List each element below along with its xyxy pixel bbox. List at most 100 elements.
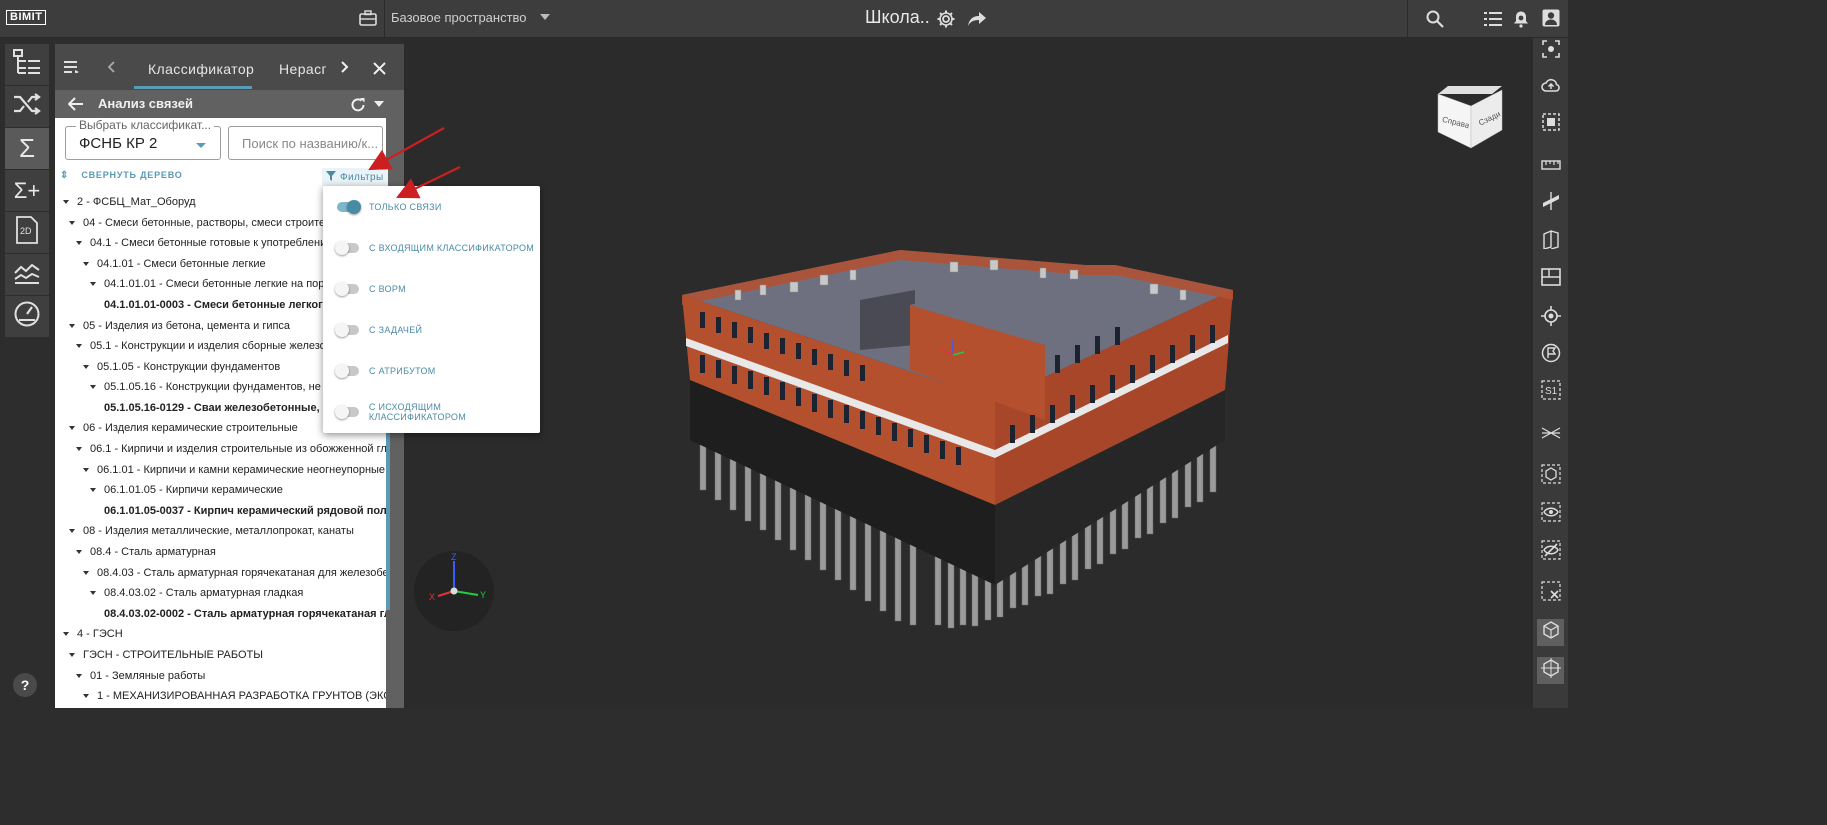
tree-row[interactable]: 08 - Изделия металлические, металлопрока… bbox=[69, 525, 386, 537]
tree-row[interactable]: 2 - ФСБЦ_Мат_Оборуд bbox=[63, 196, 329, 208]
tab-classifier[interactable]: Классификатор bbox=[148, 61, 254, 77]
sigma-tool[interactable]: Σ bbox=[5, 128, 49, 170]
3d-viewport[interactable]: Справа Сзади Z Y X bbox=[404, 38, 1533, 708]
2d-tool[interactable]: 2D bbox=[5, 212, 49, 254]
help-button[interactable]: ? bbox=[13, 673, 37, 697]
tree-row[interactable]: 05 - Изделия из бетона, цемента и гипса bbox=[69, 320, 329, 332]
search-input[interactable]: Поиск по названию/к... bbox=[228, 126, 383, 160]
measure-tool[interactable] bbox=[1537, 152, 1564, 179]
caret-down-icon[interactable] bbox=[90, 488, 96, 493]
tree-row[interactable]: 08.4.03.02 - Сталь арматурная гладкая bbox=[90, 587, 386, 599]
toggle-switch[interactable] bbox=[335, 241, 359, 255]
classifier-select[interactable]: Выбрать классификат... ФСНБ КР 2 bbox=[65, 118, 221, 160]
caret-down-icon[interactable] bbox=[90, 591, 96, 596]
tree-row[interactable]: 05.1.05 - Конструкции фундаментов bbox=[83, 361, 329, 373]
section-box-tool[interactable] bbox=[1537, 111, 1564, 138]
tree-row[interactable]: 08.4 - Сталь арматурная bbox=[76, 546, 386, 558]
plane-cut-tool[interactable] bbox=[1537, 190, 1564, 217]
tree-row[interactable]: 4 - ГЭСН bbox=[63, 628, 386, 640]
focus-tool[interactable] bbox=[1537, 38, 1564, 65]
solid-view-tool[interactable] bbox=[1537, 619, 1564, 646]
flag-tool[interactable] bbox=[1537, 342, 1564, 369]
caret-down-icon[interactable] bbox=[76, 447, 82, 452]
caret-down-icon[interactable] bbox=[63, 632, 69, 637]
collapse-tree-button[interactable]: ⇕ СВЕРНУТЬ ДЕРЕВО bbox=[60, 170, 183, 181]
caret-down-icon[interactable] bbox=[76, 241, 82, 246]
filter-incoming-classifier[interactable]: с входящим классификатором bbox=[335, 238, 534, 258]
caret-down-icon[interactable] bbox=[69, 221, 75, 226]
filter-attribute[interactable]: с атрибутом bbox=[335, 361, 436, 381]
notifications-icon[interactable] bbox=[1510, 8, 1532, 30]
section-planes-tool[interactable] bbox=[1537, 228, 1564, 255]
share-icon[interactable] bbox=[966, 9, 988, 29]
tree-row[interactable]: 04 - Смеси бетонные, растворы, смеси стр… bbox=[69, 217, 329, 229]
tree-row[interactable]: 05.1.05.16 - Конструкции фундаментов, не… bbox=[90, 381, 329, 393]
tree-row[interactable]: ГЭСН - СТРОИТЕЛЬНЫЕ РАБОТЫ bbox=[69, 649, 386, 661]
analytics-tool[interactable] bbox=[5, 254, 49, 296]
chevron-down-icon[interactable] bbox=[540, 14, 550, 20]
tree-row[interactable]: 06.1.01 - Кирпичи и камни керамические н… bbox=[83, 464, 386, 476]
tree-row[interactable]: 06.1.01.05 - Кирпичи керамические bbox=[90, 484, 386, 496]
toggle-switch[interactable] bbox=[335, 364, 359, 378]
caret-down-icon[interactable] bbox=[69, 324, 75, 329]
toggle-switch[interactable] bbox=[335, 282, 359, 296]
hide-tool[interactable] bbox=[1537, 539, 1564, 566]
tree-row[interactable]: 06.1.01.05-0037 - Кирпич керамический ря… bbox=[104, 505, 386, 517]
caret-down-icon[interactable] bbox=[69, 529, 75, 534]
back-arrow-icon[interactable] bbox=[67, 96, 85, 112]
cube-tool[interactable] bbox=[1537, 463, 1564, 490]
sigma-plus-tool[interactable]: Σ+ bbox=[5, 170, 49, 212]
tree-row[interactable]: 06.1 - Кирпичи и изделия строительные из… bbox=[76, 443, 386, 455]
tree-row[interactable]: 04.1.01.01 - Смеси бетонные легкие на по… bbox=[90, 278, 329, 290]
tree-row[interactable]: 1 - МЕХАНИЗИРОВАННАЯ РАЗРАБОТКА ГРУНТОВ … bbox=[83, 690, 386, 702]
model-tree-tool[interactable] bbox=[5, 44, 49, 86]
cloud-tool[interactable] bbox=[1537, 74, 1564, 101]
caret-down-icon[interactable] bbox=[373, 100, 385, 108]
caret-down-icon[interactable] bbox=[76, 674, 82, 679]
caret-down-icon[interactable] bbox=[76, 344, 82, 349]
caret-down-icon[interactable] bbox=[76, 550, 82, 555]
close-icon[interactable] bbox=[371, 60, 387, 76]
caret-down-icon[interactable] bbox=[90, 385, 96, 390]
refresh-icon[interactable] bbox=[349, 96, 367, 114]
tree-row[interactable]: 05.1 - Конструкции и изделия сборные жел… bbox=[76, 340, 329, 352]
caret-down-icon[interactable] bbox=[69, 653, 75, 658]
menu-icon[interactable] bbox=[63, 60, 79, 74]
filter-only-links[interactable]: только связи bbox=[337, 197, 442, 217]
filter-outgoing-classifier[interactable]: с исходящим классификатором bbox=[335, 402, 540, 422]
gauge-tool[interactable] bbox=[5, 296, 49, 338]
floor-plan-tool[interactable] bbox=[1537, 266, 1564, 293]
caret-down-icon[interactable] bbox=[83, 571, 89, 576]
briefcase-icon[interactable] bbox=[358, 8, 378, 28]
tree-row[interactable]: 04.1.01 - Смеси бетонные легкие bbox=[83, 258, 329, 270]
tab-unassigned[interactable]: Нераспределённые bbox=[279, 61, 326, 77]
tree-row[interactable]: 06 - Изделия керамические строительные bbox=[69, 422, 329, 434]
chevron-right-icon[interactable] bbox=[339, 60, 351, 74]
tree-row[interactable]: 08.4.03.02-0002 - Сталь арматурная горяч… bbox=[104, 608, 386, 620]
tree-row[interactable]: 08.4.03 - Сталь арматурная горячекатаная… bbox=[83, 567, 386, 579]
clear-selection-tool[interactable] bbox=[1537, 580, 1564, 607]
search-icon[interactable] bbox=[1424, 8, 1446, 30]
grid-tool[interactable] bbox=[1537, 422, 1564, 449]
caret-down-icon[interactable] bbox=[83, 365, 89, 370]
filters-button[interactable]: Фильтры bbox=[322, 168, 388, 186]
shuffle-tool[interactable] bbox=[5, 86, 49, 128]
toggle-switch[interactable] bbox=[335, 405, 359, 419]
toggle-switch[interactable] bbox=[337, 200, 361, 214]
app-logo[interactable]: BIMIT bbox=[6, 10, 47, 25]
tree-row[interactable]: 05.1.05.16-0129 - Сваи железобетонные, о… bbox=[104, 402, 329, 414]
chevron-left-icon[interactable] bbox=[105, 60, 117, 74]
tree-row[interactable]: 01 - Земляные работы bbox=[76, 670, 386, 682]
caret-down-icon[interactable] bbox=[83, 694, 89, 699]
tree-row[interactable]: 04.1.01.01-0003 - Смеси бетонные легкого… bbox=[104, 299, 329, 311]
navigation-tool[interactable] bbox=[1537, 657, 1564, 684]
gear-icon[interactable] bbox=[935, 8, 957, 30]
tree-row[interactable]: 04.1 - Смеси бетонные готовые к употребл… bbox=[76, 237, 329, 249]
caret-down-icon[interactable] bbox=[69, 426, 75, 431]
view-cube[interactable]: Справа Сзади bbox=[1436, 84, 1506, 150]
caret-down-icon[interactable] bbox=[63, 200, 69, 205]
space-selector[interactable]: Базовое пространство bbox=[391, 10, 527, 25]
caret-down-icon[interactable] bbox=[90, 282, 96, 287]
section-label-tool[interactable]: S1 bbox=[1537, 379, 1564, 406]
caret-down-icon[interactable] bbox=[83, 262, 89, 267]
